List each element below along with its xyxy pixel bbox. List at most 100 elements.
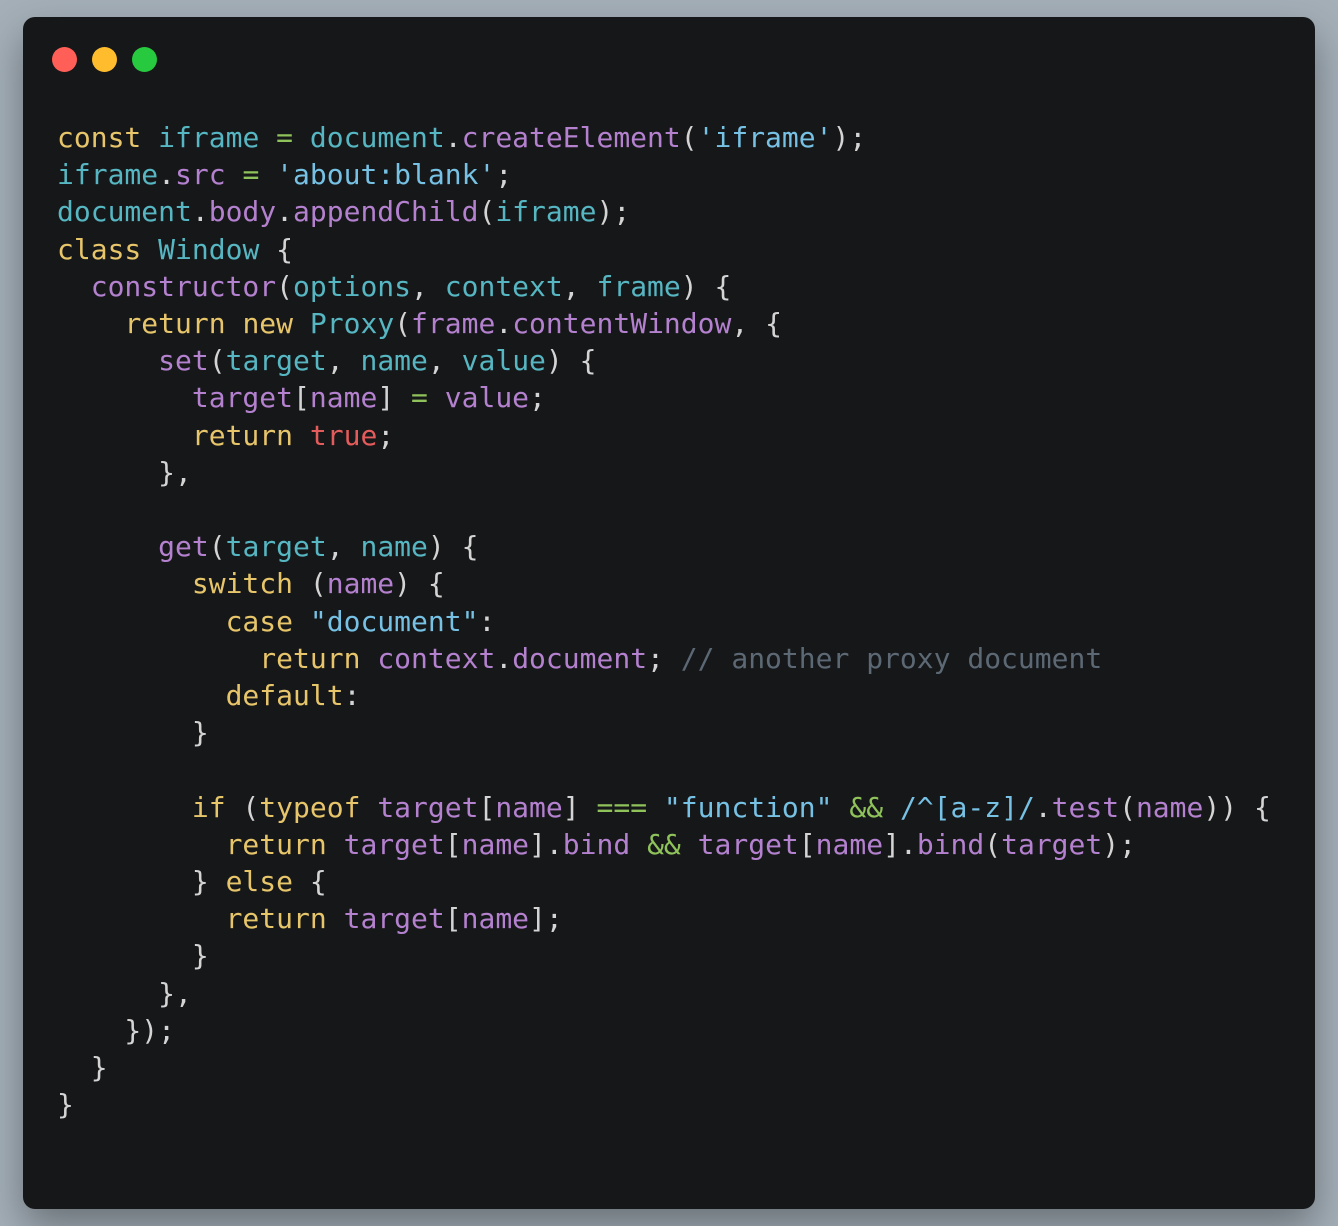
code-token: (	[394, 307, 412, 341]
code-token: target	[191, 381, 294, 415]
code-token: },	[57, 455, 192, 489]
code-token: iframe	[57, 158, 159, 192]
code-token: ,	[427, 344, 462, 378]
code-token: [	[293, 381, 310, 415]
code-token: );	[1102, 827, 1136, 861]
code-token: "document"	[309, 604, 479, 638]
code-line: },	[57, 454, 1271, 491]
code-token: (	[680, 121, 698, 154]
code-token: /^[a-z]/	[899, 790, 1035, 824]
code-token: &&	[849, 790, 884, 824]
code-token: target	[343, 827, 445, 861]
code-token: Proxy	[309, 307, 395, 341]
code-token: }	[57, 1051, 108, 1085]
code-line: document.body.appendChild(iframe);	[57, 193, 1271, 230]
code-token: }	[57, 1088, 74, 1122]
code-token: ) {	[427, 530, 479, 564]
code-token: [	[444, 902, 462, 936]
code-line: case "document":	[57, 603, 1271, 640]
code-token: // another proxy document	[680, 641, 1103, 675]
code-token: true	[309, 418, 378, 452]
code-token: name	[360, 530, 428, 564]
maximize-button[interactable]	[132, 47, 157, 72]
code-block: const iframe = document.createElement('i…	[57, 119, 1271, 1123]
code-token: case	[225, 604, 294, 638]
code-token: return	[225, 902, 327, 936]
code-token: ) {	[680, 269, 732, 303]
code-token: name	[326, 567, 395, 601]
code-token: , {	[731, 307, 782, 341]
code-line: return target[name];	[57, 900, 1271, 937]
code-token: target	[377, 790, 479, 824]
code-token: target	[225, 344, 327, 378]
code-token: ]	[377, 381, 412, 415]
code-token: return	[191, 418, 294, 452]
code-token: .	[444, 121, 462, 154]
code-token: const	[57, 121, 142, 154]
code-token: createElement	[461, 121, 681, 154]
code-token: contentWindow	[512, 307, 732, 341]
code-token: .	[191, 195, 209, 229]
code-token: return	[124, 307, 226, 341]
code-token: });	[57, 1013, 176, 1047]
code-token: return	[225, 827, 327, 861]
minimize-button[interactable]	[92, 47, 117, 72]
code-token: :	[478, 604, 496, 638]
code-token: switch	[191, 567, 294, 601]
code-token: Window	[158, 232, 260, 266]
code-token: target	[697, 827, 799, 861]
code-line: return context.document; // another prox…	[57, 640, 1271, 677]
code-token: );	[596, 195, 631, 229]
code-token: :	[343, 679, 361, 713]
code-token: 'iframe'	[697, 121, 833, 154]
code-token: [	[798, 827, 816, 861]
code-token: )) {	[1203, 790, 1271, 824]
code-line: if (typeof target[name] === "function" &…	[57, 789, 1271, 826]
code-token: typeof	[259, 790, 361, 824]
code-token: .	[276, 195, 294, 229]
close-button[interactable]	[52, 47, 77, 72]
code-line: set(target, name, value) {	[57, 342, 1271, 379]
code-token: [	[444, 827, 462, 861]
code-token: &&	[647, 827, 681, 861]
code-token: constructor	[90, 269, 277, 303]
code-token: else	[225, 865, 294, 899]
code-token: ) {	[394, 567, 445, 601]
code-token: =	[242, 158, 260, 192]
code-line: }	[57, 714, 1271, 751]
code-token: appendChild	[293, 195, 479, 229]
code-token: [	[478, 790, 496, 824]
code-token: get	[158, 530, 209, 564]
code-token: .	[495, 641, 513, 675]
code-line: switch (name) {	[57, 565, 1271, 602]
code-token: .	[158, 158, 176, 192]
code-token: },	[57, 976, 192, 1010]
code-line: }	[57, 937, 1271, 974]
code-token: name	[815, 827, 884, 861]
code-token: value	[461, 344, 546, 378]
code-token: name	[495, 790, 563, 824]
code-token: name	[360, 344, 428, 378]
code-token: ;	[495, 158, 513, 192]
